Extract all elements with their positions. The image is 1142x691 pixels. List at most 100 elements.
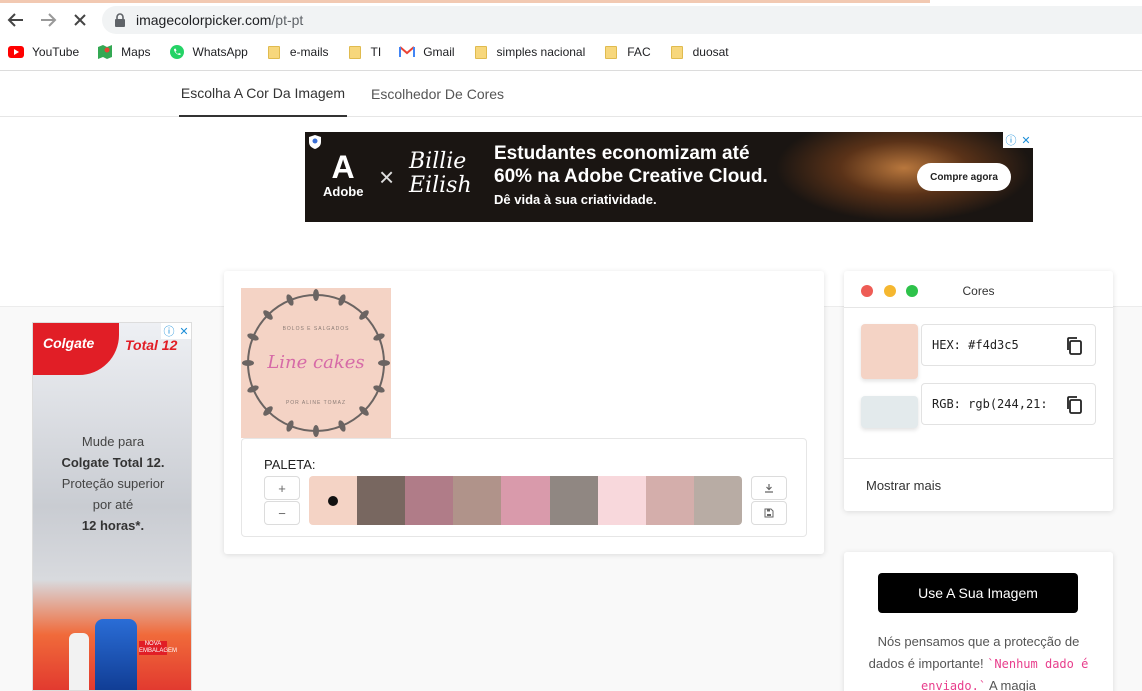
maps-icon — [97, 44, 113, 60]
gmail-icon — [399, 44, 416, 60]
colors-panel: Cores HEX: #f4d3c5 RGB: rgb(244,21: Most… — [844, 271, 1113, 511]
bookmark-fac[interactable]: FAC — [603, 44, 651, 60]
site-nav: Escolha A Cor Da Imagem Escolhedor De Co… — [0, 71, 1142, 117]
bookmark-simples-nacional[interactable]: simples nacional — [473, 44, 586, 60]
bookmark-label: WhatsApp — [192, 45, 248, 59]
add-color-button[interactable]: + — [264, 476, 300, 500]
bookmark-label: e-mails — [289, 45, 329, 59]
download-palette-button[interactable] — [751, 476, 787, 500]
whatsapp-icon — [169, 44, 185, 60]
tab-color-picker[interactable]: Escolhedor De Cores — [371, 71, 504, 117]
bookmark-emails[interactable]: e-mails — [266, 44, 329, 60]
hex-field[interactable]: HEX: #f4d3c5 — [921, 324, 1096, 366]
rgb-value: rgb(244,21: — [968, 397, 1048, 411]
save-palette-button[interactable] — [751, 501, 787, 525]
save-icon — [764, 508, 774, 518]
palette-swatch[interactable] — [597, 476, 646, 525]
bookmark-label: Gmail — [423, 45, 455, 59]
folder-icon — [347, 44, 363, 60]
copy-icon[interactable] — [1065, 336, 1083, 356]
palette-swatches — [309, 476, 742, 525]
bookmark-label: TI — [370, 45, 382, 59]
colors-panel-header: Cores — [844, 271, 1113, 308]
folder-icon — [603, 44, 619, 60]
image-bottom-text: POR ALINE TOMAZ — [285, 400, 347, 406]
ad-subline: Dê vida à sua criatividade. — [494, 192, 657, 207]
ad-cta-button[interactable]: Compre agora — [917, 163, 1011, 191]
tab-image-color-picker[interactable]: Escolha A Cor Da Imagem — [179, 71, 347, 117]
close-icon[interactable]: ✕ — [1021, 134, 1030, 147]
bookmarks-bar: YouTube Maps WhatsApp e-mails TI Gmail s… — [0, 40, 739, 64]
new-package-badge: NOVA EMBALAGEM — [139, 641, 178, 655]
ad-choices[interactable]: ⓘ ✕ — [161, 323, 191, 339]
colors-title: Cores — [962, 284, 995, 298]
image-script-text: Line cakes — [267, 352, 365, 373]
lock-icon — [115, 13, 125, 27]
selected-dot-icon — [328, 495, 339, 506]
palette-swatch[interactable] — [645, 476, 694, 525]
bookmark-label: FAC — [627, 45, 651, 59]
adobe-ad-banner[interactable]: A Adobe × Billie Eilish Estudantes econom… — [305, 132, 1033, 222]
bookmark-label: simples nacional — [496, 45, 586, 59]
total-logo: Total 12 — [125, 337, 178, 353]
billie-eilish-logo: Billie Eilish — [409, 149, 472, 198]
palette-swatch[interactable] — [309, 476, 358, 525]
secondary-color-swatch — [861, 396, 918, 428]
ad-copy: Mude para Colgate Total 12. Proteção sup… — [61, 434, 165, 533]
back-arrow-icon[interactable] — [4, 8, 28, 32]
folder-icon — [266, 44, 282, 60]
bookmark-duosat[interactable]: duosat — [669, 44, 729, 60]
adobe-logo: A Adobe — [323, 149, 364, 199]
palette-panel: PALETA: + − — [241, 438, 807, 537]
close-icon[interactable]: ✕ — [179, 325, 188, 338]
remove-color-button[interactable]: − — [264, 501, 300, 525]
use-image-card: Use A Sua Imagem Nós pensamos que a prot… — [844, 552, 1113, 691]
palette-swatch[interactable] — [405, 476, 454, 525]
folder-icon — [473, 44, 489, 60]
address-bar[interactable]: imagecolorpicker.com/pt-pt — [102, 6, 1142, 34]
bookmark-label: Maps — [121, 45, 151, 59]
image-card: BOLOS E SALGADOS Line cakes POR ALINE TO… — [224, 271, 824, 554]
bookmark-ti[interactable]: TI — [347, 44, 382, 60]
palette-swatch[interactable] — [549, 476, 598, 525]
copy-icon[interactable] — [1065, 395, 1083, 415]
forward-arrow-icon[interactable] — [36, 8, 60, 32]
colgate-logo: Colgate — [33, 323, 119, 375]
info-icon[interactable]: ⓘ — [163, 323, 174, 339]
bookmark-youtube[interactable]: YouTube — [8, 44, 79, 60]
palette-swatch[interactable] — [501, 476, 550, 525]
browser-toolbar: imagecolorpicker.com/pt-pt YouTube Maps … — [0, 0, 1142, 71]
palette-swatch[interactable] — [693, 476, 742, 525]
bookmark-whatsapp[interactable]: WhatsApp — [169, 44, 248, 60]
page-loading-bar — [0, 0, 930, 3]
image-top-text: BOLOS E SALGADOS — [282, 326, 350, 332]
palette-label: PALETA: — [264, 457, 316, 472]
palette-swatch[interactable] — [453, 476, 502, 525]
bookmark-gmail[interactable]: Gmail — [399, 44, 455, 60]
toothbrush-image — [69, 633, 89, 690]
mouthwash-bottle-image — [95, 619, 137, 690]
bookmark-label: duosat — [692, 45, 729, 59]
ad-headline: Estudantes economizam até 60% na Adobe Cr… — [494, 143, 768, 187]
use-your-image-button[interactable]: Use A Sua Imagem — [878, 573, 1078, 613]
stop-loading-icon[interactable] — [68, 8, 92, 32]
youtube-icon — [8, 44, 24, 60]
privacy-text: Nós pensamos que a protecção de dados é … — [868, 634, 1089, 691]
info-icon[interactable]: ⓘ — [1005, 132, 1016, 148]
primary-color-swatch — [861, 324, 918, 379]
ad-choices[interactable]: ⓘ ✕ — [1003, 132, 1033, 148]
palette-swatch[interactable] — [357, 476, 406, 525]
hex-value: #f4d3c5 — [968, 338, 1019, 352]
folder-icon — [669, 44, 685, 60]
download-icon — [765, 484, 773, 493]
show-more-link[interactable]: Mostrar mais — [866, 478, 941, 493]
bookmark-label: YouTube — [32, 45, 80, 59]
address-url: imagecolorpicker.com/pt-pt — [136, 12, 304, 28]
bookmark-maps[interactable]: Maps — [97, 44, 151, 60]
rgb-field[interactable]: RGB: rgb(244,21: — [921, 383, 1096, 425]
uploaded-image[interactable]: BOLOS E SALGADOS Line cakes POR ALINE TO… — [241, 288, 391, 438]
times-icon: × — [379, 162, 395, 192]
colgate-ad[interactable]: Colgate Total 12 ⓘ ✕ Mude para Colgate To… — [32, 322, 192, 691]
divider — [844, 458, 1113, 459]
shield-icon — [309, 135, 321, 149]
